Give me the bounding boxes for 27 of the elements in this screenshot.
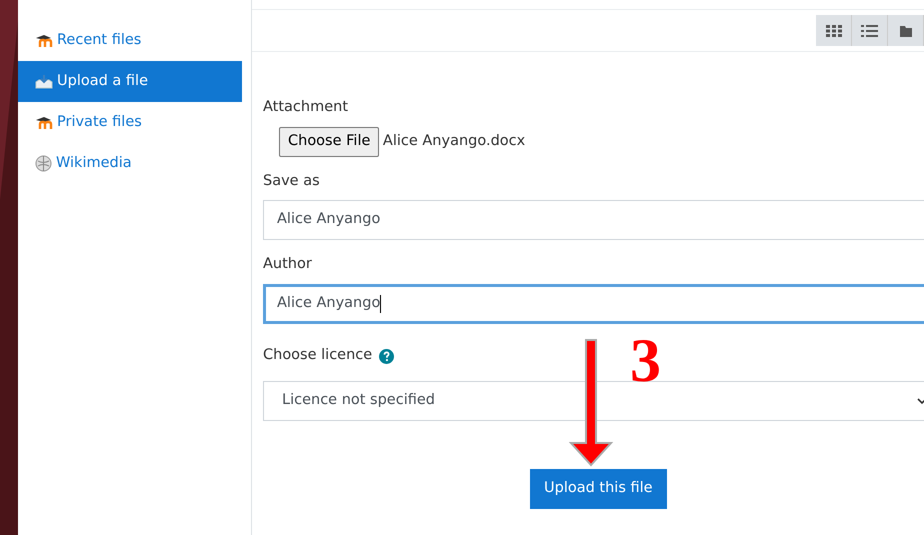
- grid-view-icon: [826, 24, 842, 36]
- globe-icon: [35, 155, 52, 172]
- sidebar-item[interactable]: Wikimedia: [18, 143, 242, 184]
- licence-select[interactable]: Licence not specified: [263, 380, 924, 421]
- view-button[interactable]: [852, 15, 888, 46]
- upload-tray-icon: [35, 74, 53, 89]
- moodle-logo-icon: [35, 34, 53, 48]
- sidebar-item[interactable]: Recent files: [18, 20, 242, 61]
- upload-button[interactable]: Upload this file: [530, 468, 667, 508]
- sidebar-item[interactable]: Private files: [18, 102, 242, 143]
- help-icon[interactable]: [379, 348, 394, 364]
- choose-file-button[interactable]: Choose File: [279, 126, 380, 156]
- chevron-icon: [917, 396, 924, 405]
- file-name: Alice Anyango.docx: [382, 132, 526, 151]
- moodle-logo-icon: [35, 116, 53, 130]
- sidebar-item[interactable]: Upload a file: [18, 61, 242, 102]
- view-button[interactable]: [888, 15, 924, 46]
- list-view-icon: [861, 24, 878, 36]
- field-label: Save as: [263, 172, 320, 190]
- field-label: Choose licence: [263, 346, 372, 365]
- field-label: Author: [263, 255, 312, 274]
- folder-icon: [900, 24, 912, 36]
- text-field[interactable]: Alice Anyango: [263, 200, 924, 240]
- view-button[interactable]: [816, 15, 852, 46]
- text-field[interactable]: Alice Anyango: [263, 284, 924, 324]
- arrow-icon: [568, 339, 614, 467]
- field-label: Attachment: [263, 98, 348, 117]
